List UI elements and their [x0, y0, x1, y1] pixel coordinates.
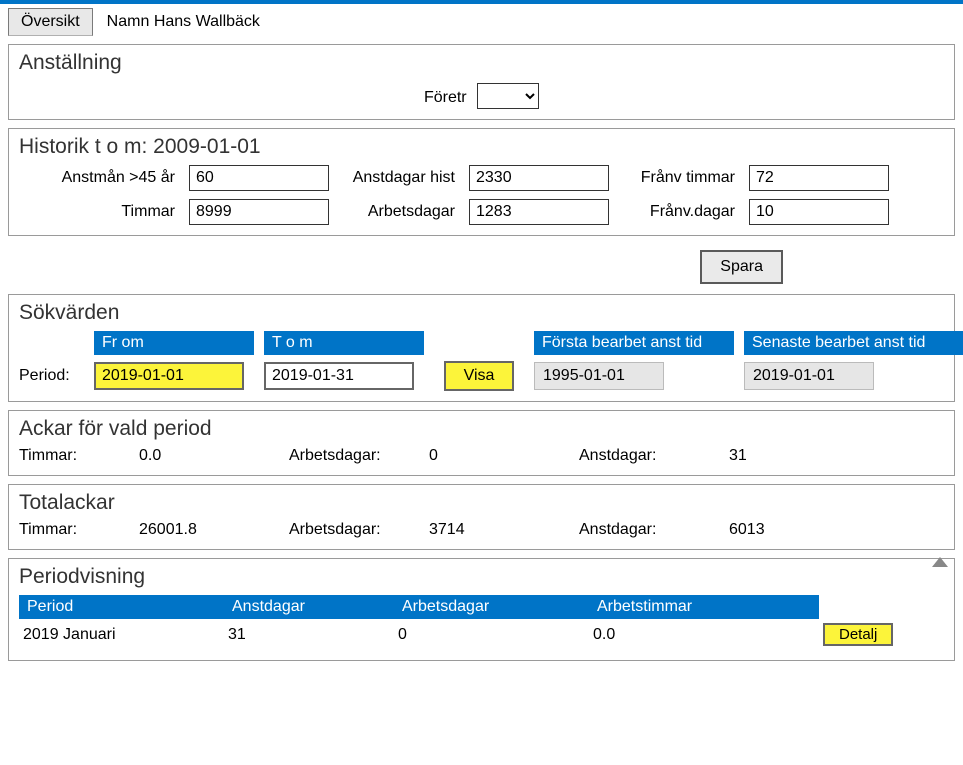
tab-bar: Översikt Namn Hans Wallbäck — [0, 4, 963, 36]
pv-arbetstimmar: 0.0 — [589, 624, 819, 646]
spara-button[interactable]: Spara — [700, 250, 783, 284]
pv-anstdagar: 31 — [224, 624, 394, 646]
namn-value: Hans Wallbäck — [154, 13, 260, 30]
namn-display: Namn Hans Wallbäck — [101, 9, 266, 35]
table-row: 2019 Januari 31 0 0.0 Detalj — [19, 619, 944, 650]
visa-button[interactable]: Visa — [444, 361, 514, 391]
total-title: Totalackar — [19, 491, 944, 515]
anstman45-label: Anstmån >45 år — [19, 169, 179, 187]
panel-ackar: Ackar för vald period Timmar: 0.0 Arbets… — [8, 410, 955, 476]
franv-dagar-input[interactable] — [749, 199, 889, 225]
periodvisning-title: Periodvisning — [19, 565, 944, 589]
anstdagar-hist-label: Anstdagar hist — [339, 169, 459, 187]
pv-hdr-anstdagar: Anstdagar — [224, 595, 394, 619]
senaste-value: 2019-01-01 — [744, 362, 874, 390]
franv-dagar-label: Frånv.dagar — [619, 203, 739, 221]
total-arbetsdagar-label: Arbetsdagar: — [289, 521, 429, 539]
tab-oversikt[interactable]: Översikt — [8, 8, 93, 36]
namn-label: Namn — [107, 13, 150, 30]
period-from-input[interactable] — [94, 362, 244, 390]
arbetsdagar-input[interactable] — [469, 199, 609, 225]
collapse-up-icon[interactable] — [932, 557, 948, 567]
pv-hdr-arbetstimmar: Arbetstimmar — [589, 595, 819, 619]
panel-total: Totalackar Timmar: 26001.8 Arbetsdagar: … — [8, 484, 955, 550]
total-anstdagar-value: 6013 — [729, 521, 829, 539]
pv-period: 2019 Januari — [19, 624, 224, 646]
ackar-arbetsdagar-label: Arbetsdagar: — [289, 447, 429, 465]
hdr-tom: T o m — [264, 331, 424, 355]
pv-hdr-arbetsdagar: Arbetsdagar — [394, 595, 589, 619]
forsta-value: 1995-01-01 — [534, 362, 664, 390]
total-arbetsdagar-value: 3714 — [429, 521, 579, 539]
foretr-select[interactable] — [477, 83, 539, 109]
ackar-title: Ackar för vald period — [19, 417, 944, 441]
panel-sokvarden: Sökvärden Fr om T o m Första bearbet ans… — [8, 294, 955, 402]
pv-arbetsdagar: 0 — [394, 624, 589, 646]
historik-title: Historik t o m: 2009-01-01 — [19, 135, 944, 159]
detalj-button[interactable]: Detalj — [823, 623, 893, 646]
ackar-anstdagar-value: 31 — [729, 447, 829, 465]
total-anstdagar-label: Anstdagar: — [579, 521, 729, 539]
period-to-input[interactable] — [264, 362, 414, 390]
total-timmar-value: 26001.8 — [139, 521, 289, 539]
ackar-anstdagar-label: Anstdagar: — [579, 447, 729, 465]
hdr-frod: Fr om — [94, 331, 254, 355]
ackar-arbetsdagar-value: 0 — [429, 447, 579, 465]
franv-timmar-label: Frånv timmar — [619, 169, 739, 187]
foretr-label: Företr — [424, 89, 467, 106]
timmar-input[interactable] — [189, 199, 329, 225]
hdr-forsta: Första bearbet anst tid — [534, 331, 734, 355]
period-label: Period: — [19, 367, 94, 385]
hdr-senaste: Senaste bearbet anst tid — [744, 331, 963, 355]
franv-timmar-input[interactable] — [749, 165, 889, 191]
arbetsdagar-label: Arbetsdagar — [339, 203, 459, 221]
panel-periodvisning: Periodvisning Period Anstdagar Arbetsdag… — [8, 558, 955, 661]
anstdagar-hist-input[interactable] — [469, 165, 609, 191]
panel-historik: Historik t o m: 2009-01-01 Anstmån >45 å… — [8, 128, 955, 236]
panel-anstallning: Anställning Företr — [8, 44, 955, 120]
anstman45-input[interactable] — [189, 165, 329, 191]
ackar-timmar-label: Timmar: — [19, 447, 139, 465]
pv-hdr-period: Period — [19, 595, 224, 619]
timmar-label: Timmar — [19, 203, 179, 221]
total-timmar-label: Timmar: — [19, 521, 139, 539]
ackar-timmar-value: 0.0 — [139, 447, 289, 465]
sokvarden-title: Sökvärden — [19, 301, 944, 325]
anstallning-title: Anställning — [19, 51, 944, 75]
